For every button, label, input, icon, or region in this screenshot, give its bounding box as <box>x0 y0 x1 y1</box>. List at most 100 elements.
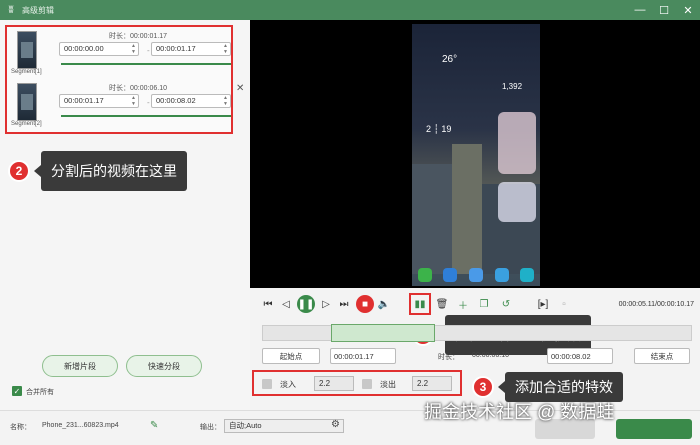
segment-duration: 时长：00:00:01.17 <box>109 33 167 40</box>
phone-clock: 2 ┆ 19 <box>426 124 452 134</box>
step-count: 1,392 <box>502 82 523 91</box>
maximize-button[interactable]: ☐ <box>656 2 672 18</box>
scene-building <box>452 144 482 274</box>
trim-row: 起始点 00:00:01.17 时长： 00:00:06.10 00:00:08… <box>262 348 694 366</box>
fade-in-label: 淡入 <box>280 380 296 389</box>
merge-all-label: 合并所有 <box>26 389 54 396</box>
output-select[interactable]: 自动;Auto <box>224 419 344 433</box>
mark-out-icon[interactable]: ▫ <box>556 296 572 312</box>
confirm-button[interactable] <box>616 419 692 439</box>
volume-icon[interactable]: 🔈 <box>376 296 392 312</box>
file-name-label: 名称： <box>10 424 31 431</box>
set-start-button[interactable]: 起始点 <box>262 348 320 364</box>
fade-out-label: 淡出 <box>380 380 396 389</box>
skip-start-icon[interactable]: ⏮ <box>260 296 276 312</box>
title-bar: ʬ 高级剪辑 — ☐ ✕ <box>0 0 700 20</box>
spinner-icon[interactable]: ▲ ▼ <box>223 95 228 107</box>
annotation-pointer <box>498 381 505 393</box>
trim-start-field[interactable]: 00:00:01.17 <box>330 348 396 364</box>
skip-end-icon[interactable]: ⏭ <box>336 296 352 312</box>
segment-end-field[interactable]: 00:00:01.17 ▲ ▼ <box>151 42 231 56</box>
photo-widget <box>498 112 536 174</box>
segment-row[interactable]: Segment[1] 时长：00:00:01.17 00:00:00.00 ▲ ▼ … <box>9 29 231 79</box>
segment-panel: Segment[1] 时长：00:00:01.17 00:00:00.00 ▲ ▼ … <box>0 20 250 445</box>
minimize-button[interactable]: — <box>632 2 648 18</box>
close-icon[interactable]: ✕ <box>236 83 244 94</box>
pause-button[interactable]: ❚❚ <box>297 295 315 313</box>
phone-screen-frame: 26° 1,392 2 ┆ 19 <box>412 24 540 286</box>
trim-end-field[interactable]: 00:00:08.02 <box>547 348 613 364</box>
scene-building <box>412 164 452 274</box>
weather-temperature: 26° <box>442 54 458 65</box>
merge-all-checkbox[interactable]: ✓ <box>12 386 22 396</box>
set-end-button[interactable]: 结束点 <box>634 348 690 364</box>
segment-start-value: 00:00:01.17 <box>64 96 104 105</box>
phone-app-icon <box>494 268 509 282</box>
edit-icon[interactable]: ✎ <box>150 420 158 431</box>
fade-out-input[interactable]: 2.2 <box>412 376 452 391</box>
playback-timecode: 00:00:05.11/00:00:10.17 <box>618 301 694 308</box>
annotation-number: 2 <box>8 160 30 182</box>
segment-end-value: 00:00:01.17 <box>156 44 196 53</box>
new-segment-button[interactable]: 新增片段 <box>42 355 118 377</box>
file-name-value: Phone_231...60823.mp4 <box>42 422 119 429</box>
add-icon[interactable]: ＋ <box>455 296 471 312</box>
segment-row[interactable]: Segment[2] 时长：00:00:06.10 00:00:01.17 ▲ ▼ … <box>9 81 231 131</box>
segment-start-field[interactable]: 00:00:00.00 ▲ ▼ <box>59 42 139 56</box>
timeline-selection[interactable] <box>331 324 435 342</box>
reset-icon[interactable]: ↺ <box>498 296 514 312</box>
segment-end-field[interactable]: 00:00:08.02 ▲ ▼ <box>151 94 231 108</box>
trim-duration-value: 00:00:06.10 <box>472 352 509 359</box>
segment-list: Segment[1] 时长：00:00:01.17 00:00:00.00 ▲ ▼ … <box>5 25 233 134</box>
messages-icon <box>468 268 483 282</box>
segment-progress-fill <box>61 115 231 117</box>
copy-icon[interactable]: ❐ <box>476 296 492 312</box>
segment-thumbnail <box>17 83 37 121</box>
window-title: 高级剪辑 <box>22 5 54 15</box>
trim-end-value: 00:00:08.02 <box>551 351 591 361</box>
close-button[interactable]: ✕ <box>680 2 696 18</box>
rabbit-logo-icon: ʬ <box>8 4 14 16</box>
segment-thumbnail <box>17 31 37 69</box>
segment-label: Segment[1] <box>11 69 42 75</box>
segment-start-field[interactable]: 00:00:01.17 ▲ ▼ <box>59 94 139 108</box>
split-icon[interactable]: ▮▮ <box>412 296 428 312</box>
app-widget <box>498 182 536 222</box>
fade-in-checkbox[interactable] <box>262 379 272 389</box>
phone-dock <box>412 264 540 286</box>
quick-split-button[interactable]: 快速分段 <box>126 355 202 377</box>
video-preview: 26° 1,392 2 ┆ 19 <box>250 20 700 288</box>
annotation-pointer <box>34 165 41 177</box>
fade-in-input[interactable]: 2.2 <box>314 376 354 391</box>
annotation-2: 2 分割后的视频在这里 <box>8 151 187 191</box>
spinner-icon[interactable]: ▲ ▼ <box>223 43 228 55</box>
delete-icon[interactable]: 🗑 <box>434 296 450 312</box>
alipay-icon <box>443 268 458 282</box>
segment-label: Segment[2] <box>11 121 42 127</box>
window-controls: — ☐ ✕ <box>632 2 696 18</box>
timeline-track[interactable] <box>262 324 692 342</box>
segment-end-value: 00:00:08.02 <box>156 96 196 105</box>
effects-panel: 淡入 2.2 淡出 2.2 <box>252 370 462 396</box>
stop-button[interactable]: ■ <box>356 295 374 313</box>
trim-start-value: 00:00:01.17 <box>334 351 374 361</box>
gear-icon[interactable]: ⚙ <box>331 419 340 430</box>
output-label: 输出： <box>200 424 221 431</box>
mark-in-icon[interactable]: [▸] <box>535 296 551 312</box>
spinner-icon[interactable]: ▲ ▼ <box>131 43 136 55</box>
step-back-icon[interactable]: ◁ <box>278 296 294 312</box>
spinner-icon[interactable]: ▲ ▼ <box>131 95 136 107</box>
camera-icon <box>520 268 535 282</box>
set-end-label: 结束点 <box>650 351 674 361</box>
segment-duration: 时长：00:00:06.10 <box>109 85 167 92</box>
annotation-text: 分割后的视频在这里 <box>41 151 187 191</box>
watermark-text: 掘金技术社区 @ 数据蛙 <box>424 402 615 422</box>
set-start-label: 起始点 <box>279 351 303 361</box>
wechat-icon <box>417 268 432 282</box>
segment-progress <box>61 63 231 65</box>
segment-start-value: 00:00:00.00 <box>64 44 104 53</box>
segment-separator: - <box>147 46 150 55</box>
segment-separator: - <box>147 98 150 107</box>
fade-out-checkbox[interactable] <box>362 379 372 389</box>
step-forward-icon[interactable]: ▷ <box>318 296 334 312</box>
